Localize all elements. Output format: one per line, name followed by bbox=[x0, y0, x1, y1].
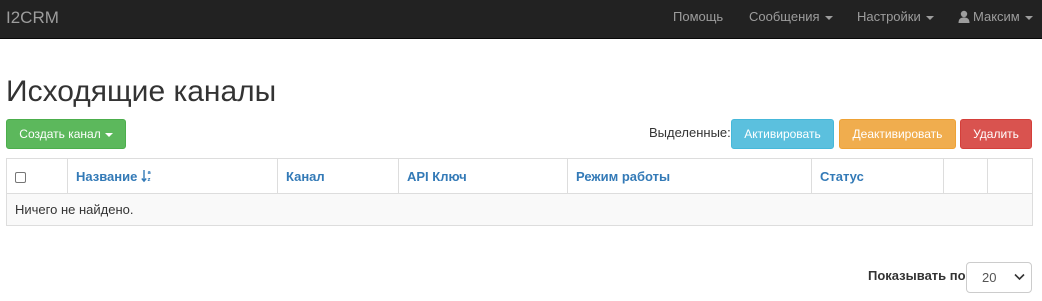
caret-down-icon bbox=[824, 15, 833, 20]
nav-help-label: Помощь bbox=[673, 9, 724, 24]
caret-down-icon bbox=[1024, 15, 1033, 20]
table-row: Ничего не найдено. bbox=[6, 193, 1033, 226]
create-channel-button[interactable]: Создать канал bbox=[6, 119, 126, 149]
column-actions-1 bbox=[943, 158, 988, 194]
nav-user-dropdown[interactable]: Максим bbox=[958, 0, 1033, 38]
column-actions-2 bbox=[987, 158, 1033, 194]
column-name-label: Название bbox=[76, 168, 138, 184]
column-name-sort-link[interactable]: Название bbox=[76, 169, 137, 184]
table-header-row: Название a z Канал API Ключ Режим работы… bbox=[6, 158, 1033, 194]
column-name: Название a z bbox=[67, 158, 278, 194]
svg-text:a: a bbox=[148, 170, 151, 176]
page-size-value: 20 bbox=[982, 270, 997, 285]
column-api-key-sort-link[interactable]: API Ключ bbox=[407, 169, 467, 184]
nav-messages-label: Сообщения bbox=[749, 9, 820, 24]
select-all-checkbox[interactable] bbox=[15, 171, 26, 183]
delete-button[interactable]: Удалить bbox=[960, 119, 1032, 149]
nav-user-label: Максим bbox=[973, 9, 1020, 24]
page-size-select[interactable]: 20 bbox=[966, 262, 1032, 293]
brand-logo[interactable]: I2CRM bbox=[6, 8, 59, 28]
sort-alpha-icon: a z bbox=[141, 169, 151, 183]
deactivate-button[interactable]: Деактивировать bbox=[839, 119, 956, 149]
caret-down-icon bbox=[104, 132, 113, 137]
nav-help-link[interactable]: Помощь bbox=[673, 0, 723, 38]
column-channel-sort-link[interactable]: Канал bbox=[286, 169, 325, 184]
page-title: Исходящие каналы bbox=[6, 75, 277, 108]
select-all-cell bbox=[6, 158, 68, 194]
column-channel: Канал bbox=[277, 158, 399, 194]
nav-settings-label: Настройки bbox=[857, 9, 921, 24]
caret-down-icon bbox=[925, 15, 934, 20]
column-status: Статус bbox=[811, 158, 944, 194]
channels-table: Название a z Канал API Ключ Режим работы… bbox=[6, 158, 1033, 226]
create-channel-label: Создать канал bbox=[19, 127, 101, 141]
chevron-down-icon bbox=[1014, 273, 1025, 281]
svg-text:z: z bbox=[148, 177, 151, 183]
column-api-key: API Ключ bbox=[398, 158, 568, 194]
nav-messages-dropdown[interactable]: Сообщения bbox=[749, 0, 833, 38]
empty-message: Ничего не найдено. bbox=[6, 193, 1033, 226]
top-navbar: I2CRM Помощь Сообщения Настройки Максим bbox=[0, 0, 1042, 39]
nav-settings-dropdown[interactable]: Настройки bbox=[857, 0, 934, 38]
column-mode-sort-link[interactable]: Режим работы bbox=[576, 169, 670, 184]
activate-button[interactable]: Активировать bbox=[731, 119, 834, 149]
selected-label: Выделенные: bbox=[649, 125, 731, 140]
page-size-label: Показывать по bbox=[868, 268, 966, 283]
column-status-sort-link[interactable]: Статус bbox=[820, 169, 864, 184]
user-icon bbox=[958, 10, 970, 23]
column-mode: Режим работы bbox=[567, 158, 812, 194]
